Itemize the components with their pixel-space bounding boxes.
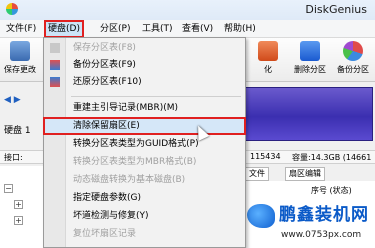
disk-tree[interactable]: − + +	[0, 166, 44, 248]
menu-partition[interactable]: 分区(P)	[98, 22, 132, 36]
window-title: DiskGenius	[305, 3, 367, 16]
backup-partition-button[interactable]: 备份分区	[333, 41, 373, 75]
menu-bar: 文件(F) 硬盘(D) 分区(P) 工具(T) 查看(V) 帮助(H)	[0, 20, 375, 38]
menu-set-disk-parameters[interactable]: 指定硬盘参数(G)	[44, 190, 245, 206]
title-bar: DiskGenius	[0, 0, 375, 20]
backup-partition-icon	[343, 41, 363, 61]
info-capacity: 容量:14.3GB (14661	[292, 153, 372, 162]
delete-partition-button[interactable]: 删除分区	[290, 41, 330, 75]
menu-separator	[71, 96, 241, 97]
backup-table-icon	[50, 60, 60, 70]
menu-bad-sector-check[interactable]: 坏道检测与修复(Y)	[44, 208, 245, 224]
menu-convert-to-guid[interactable]: 转换分区表类型为GUID格式(P)	[44, 136, 245, 152]
restore-table-icon	[50, 77, 60, 87]
watermark-logo	[247, 204, 275, 228]
tree-expand-icon[interactable]: +	[14, 216, 23, 225]
menu-rebuild-mbr[interactable]: 重建主引导记录(MBR)(M)	[44, 100, 245, 116]
delete-partition-icon	[300, 41, 320, 61]
menu-clear-reserved-sectors[interactable]: 清除保留扇区(E)	[43, 117, 246, 135]
menu-reset-bad-sector-record[interactable]: 复位坏扇区记录	[44, 226, 245, 242]
interface-label: 接口:	[4, 153, 23, 162]
column-header-index[interactable]: 序号 (状态)	[311, 185, 352, 196]
app-icon	[6, 3, 18, 15]
watermark: 鹏鑫装机网 www.0753px.com	[245, 200, 375, 248]
save-changes-button[interactable]: 保存更改	[0, 41, 40, 75]
tree-expand-icon[interactable]: −	[4, 184, 13, 193]
menu-restore-partition-table[interactable]: 还原分区表(F10)	[44, 74, 245, 90]
format-button[interactable]: 化	[248, 41, 288, 75]
menu-help[interactable]: 帮助(H)	[222, 22, 258, 36]
disk-menu-dropdown: 保存分区表(F8) 备份分区表(F9) 还原分区表(F10) 重建主引导记录(M…	[43, 37, 246, 248]
menu-save-partition-table[interactable]: 保存分区表(F8)	[44, 40, 245, 56]
menu-tools[interactable]: 工具(T)	[140, 22, 175, 36]
tab-sector-editor[interactable]: 扇区编辑	[285, 167, 325, 181]
menu-backup-partition-table[interactable]: 备份分区表(F9)	[44, 57, 245, 73]
save-icon	[10, 41, 30, 61]
save-table-icon	[50, 43, 60, 53]
menu-dynamic-to-basic[interactable]: 动态磁盘转换为基本磁盘(B)	[44, 172, 245, 188]
tab-files[interactable]: 文件	[245, 167, 269, 181]
format-icon	[258, 41, 278, 61]
disk-label: 硬盘 1	[4, 126, 31, 136]
info-cylinders: 115434	[250, 152, 281, 161]
menu-view[interactable]: 查看(V)	[180, 22, 215, 36]
watermark-name: 鹏鑫装机网	[279, 205, 369, 225]
menu-convert-to-mbr[interactable]: 转换分区表类型为MBR格式(B)	[44, 154, 245, 170]
tree-expand-icon[interactable]: +	[14, 200, 23, 209]
menu-disk[interactable]: 硬盘(D)	[44, 20, 84, 38]
disk-nav-arrows[interactable]: ◀ ▶	[4, 95, 21, 105]
menu-file[interactable]: 文件(F)	[4, 22, 38, 36]
watermark-url: www.0753px.com	[281, 230, 362, 240]
